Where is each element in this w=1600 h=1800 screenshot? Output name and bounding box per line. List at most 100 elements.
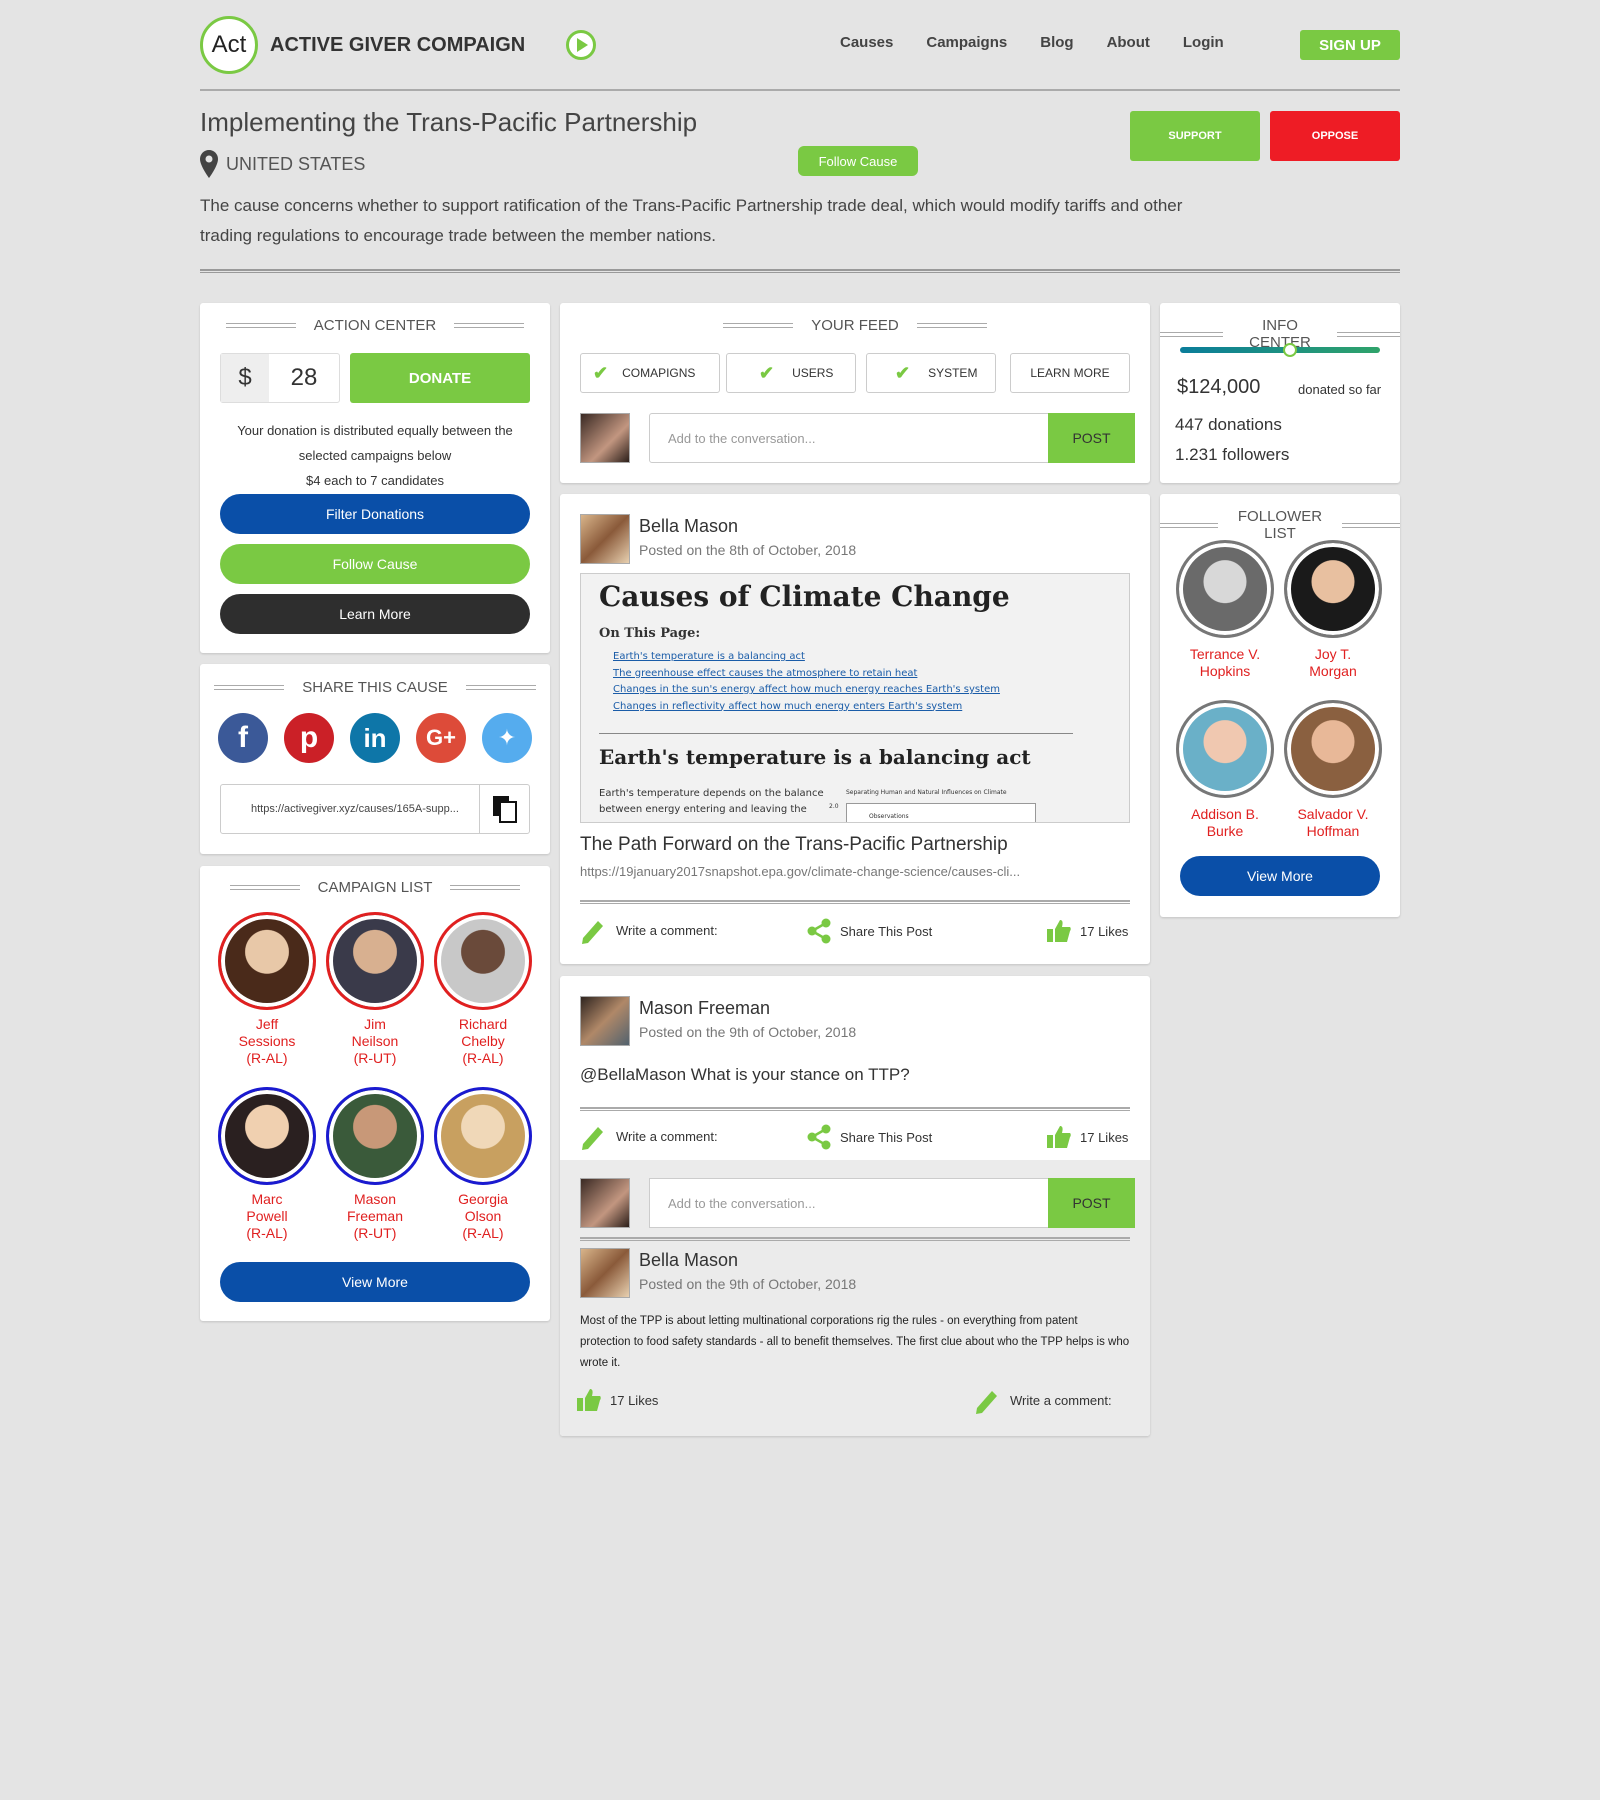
- logo[interactable]: Act ACTIVE GIVER COMPAIGN: [200, 16, 525, 74]
- campaign-avatar[interactable]: [326, 1087, 424, 1185]
- location-pin-icon: [200, 150, 218, 178]
- preview-chart-legend: Observations: [869, 813, 909, 820]
- support-button[interactable]: SUPPORT: [1130, 111, 1260, 161]
- pencil-icon: [582, 1127, 603, 1150]
- reply-write-comment[interactable]: Write a comment:: [974, 1386, 1112, 1414]
- post-button[interactable]: POST: [1048, 1178, 1135, 1228]
- campaign-avatar[interactable]: [218, 1087, 316, 1185]
- preview-divider: [599, 733, 1073, 734]
- follower-name[interactable]: Terrance V. Hopkins: [1166, 646, 1284, 680]
- social-icons: f p in G+ ✦: [218, 713, 532, 763]
- user-avatar: [580, 413, 630, 463]
- write-comment-action[interactable]: Write a comment:: [580, 916, 718, 944]
- filter-system[interactable]: ✔ SYSTEM: [866, 353, 996, 393]
- reply-like-action[interactable]: 17 Likes: [576, 1387, 658, 1413]
- google-plus-icon[interactable]: G+: [416, 713, 466, 763]
- follower-list-heading: FOLLOWER LIST: [1160, 508, 1400, 542]
- follower-name[interactable]: Salvador V. Hoffman: [1274, 806, 1392, 840]
- campaign-candidate-name[interactable]: Jim Neilson (R-UT): [316, 1016, 434, 1067]
- post-button[interactable]: POST: [1048, 413, 1135, 463]
- author-avatar: [580, 996, 630, 1046]
- follower-avatar[interactable]: [1284, 540, 1382, 638]
- campaign-list: CAMPAIGN LIST Jeff Sessions (R-AL) Jim Neils…: [200, 866, 550, 1321]
- share-icon: [807, 918, 831, 944]
- campaign-candidate-name[interactable]: Jeff Sessions (R-AL): [208, 1016, 326, 1067]
- campaign-candidate-name[interactable]: Mason Freeman (R-UT): [316, 1191, 434, 1242]
- donated-label: donated so far: [1298, 382, 1382, 397]
- follower-name[interactable]: Addison B. Burke: [1166, 806, 1284, 840]
- reply-section: Add to the conversation... POST Bella Ma…: [560, 1160, 1150, 1436]
- play-icon[interactable]: [566, 30, 596, 60]
- filter-campaigns[interactable]: ✔ COMAPIGNS: [580, 353, 720, 393]
- donate-button[interactable]: DONATE: [350, 353, 530, 403]
- donation-note: Your donation is distributed equally bet…: [237, 423, 513, 488]
- filter-users[interactable]: ✔ USERS: [726, 353, 856, 393]
- campaign-candidate-name[interactable]: Richard Chelby (R-AL): [424, 1016, 542, 1067]
- follower-avatar[interactable]: [1284, 700, 1382, 798]
- post-author[interactable]: Bella Mason: [639, 516, 738, 537]
- link-url[interactable]: https://19january2017snapshot.epa.gov/cl…: [580, 864, 1020, 879]
- feed-learn-more[interactable]: LEARN MORE: [1010, 353, 1130, 393]
- preview-heading: Causes of Climate Change: [599, 580, 1010, 613]
- conversation-input[interactable]: Add to the conversation...: [649, 413, 1049, 463]
- write-comment-action[interactable]: Write a comment:: [580, 1122, 718, 1150]
- reply-author[interactable]: Bella Mason: [639, 1250, 738, 1271]
- currency-symbol: $: [221, 354, 269, 402]
- copy-icon[interactable]: [479, 785, 529, 833]
- donation-progress-bar: [1180, 347, 1380, 353]
- donation-amount-field[interactable]: $ 28: [220, 353, 340, 403]
- linkedin-icon[interactable]: in: [350, 713, 400, 763]
- nav-causes[interactable]: Causes: [840, 34, 893, 51]
- check-icon: ✔: [593, 362, 609, 383]
- share-icon: [807, 1124, 831, 1150]
- pencil-icon: [976, 1391, 997, 1414]
- thumbs-up-icon: [1047, 920, 1071, 942]
- divider: [580, 1237, 1130, 1241]
- nav-blog[interactable]: Blog: [1040, 34, 1073, 51]
- country-label: UNITED STATES: [226, 153, 366, 174]
- thumbs-up-icon: [1047, 1126, 1071, 1148]
- learn-more-button[interactable]: Learn More: [220, 594, 530, 634]
- follower-avatar[interactable]: [1176, 540, 1274, 638]
- post-author[interactable]: Mason Freeman: [639, 998, 770, 1019]
- filter-donations-button[interactable]: Filter Donations: [220, 494, 530, 534]
- like-action[interactable]: 17 Likes: [1046, 918, 1128, 944]
- facebook-icon[interactable]: f: [218, 713, 268, 763]
- preview-paragraph: Earth's temperature depends on the balan…: [599, 788, 824, 815]
- campaign-candidate-name[interactable]: Georgia Olson (R-AL): [424, 1191, 542, 1242]
- campaign-avatar[interactable]: [218, 912, 316, 1010]
- share-post-action[interactable]: Share This Post: [806, 918, 932, 944]
- campaign-avatar[interactable]: [434, 1087, 532, 1185]
- campaign-list-heading: CAMPAIGN LIST: [200, 879, 550, 896]
- signup-button[interactable]: SIGN UP: [1300, 30, 1400, 60]
- follow-cause-button[interactable]: Follow Cause: [798, 146, 918, 176]
- like-action[interactable]: 17 Likes: [1046, 1124, 1128, 1150]
- oppose-button[interactable]: OPPOSE: [1270, 111, 1400, 161]
- follow-cause-button[interactable]: Follow Cause: [220, 544, 530, 584]
- campaign-candidate-name[interactable]: Marc Powell (R-AL): [208, 1191, 326, 1242]
- nav-login[interactable]: Login: [1183, 34, 1224, 51]
- share-url[interactable]: https://activegiver.xyz/causes/165A-supp…: [221, 785, 479, 833]
- campaign-avatar[interactable]: [326, 912, 424, 1010]
- feed-post: Bella Mason Posted on the 8th of October…: [560, 494, 1150, 964]
- conversation-input[interactable]: Add to the conversation...: [649, 1178, 1049, 1228]
- campaign-view-more-button[interactable]: View More: [220, 1262, 530, 1302]
- link-preview-image[interactable]: Causes of Climate Change On This Page: E…: [580, 573, 1130, 823]
- follower-avatar[interactable]: [1176, 700, 1274, 798]
- pinterest-icon[interactable]: p: [284, 713, 334, 763]
- check-icon: ✔: [895, 362, 911, 383]
- cause-description: The cause concerns whether to support ra…: [200, 196, 1183, 245]
- share-post-action[interactable]: Share This Post: [806, 1124, 932, 1150]
- follower-name[interactable]: Joy T. Morgan: [1274, 646, 1392, 680]
- follower-view-more-button[interactable]: View More: [1180, 856, 1380, 896]
- donation-amount[interactable]: 28: [269, 354, 339, 402]
- link-title[interactable]: The Path Forward on the Trans-Pacific Pa…: [580, 834, 1008, 856]
- campaign-avatar[interactable]: [434, 912, 532, 1010]
- donations-count: 447 donations: [1175, 415, 1282, 434]
- cause-location: UNITED STATES: [200, 150, 365, 178]
- twitter-icon[interactable]: ✦: [482, 713, 532, 763]
- thumbs-up-icon: [577, 1389, 601, 1411]
- nav-about[interactable]: About: [1107, 34, 1150, 51]
- nav-campaigns[interactable]: Campaigns: [926, 34, 1007, 51]
- share-url-field[interactable]: https://activegiver.xyz/causes/165A-supp…: [220, 784, 530, 834]
